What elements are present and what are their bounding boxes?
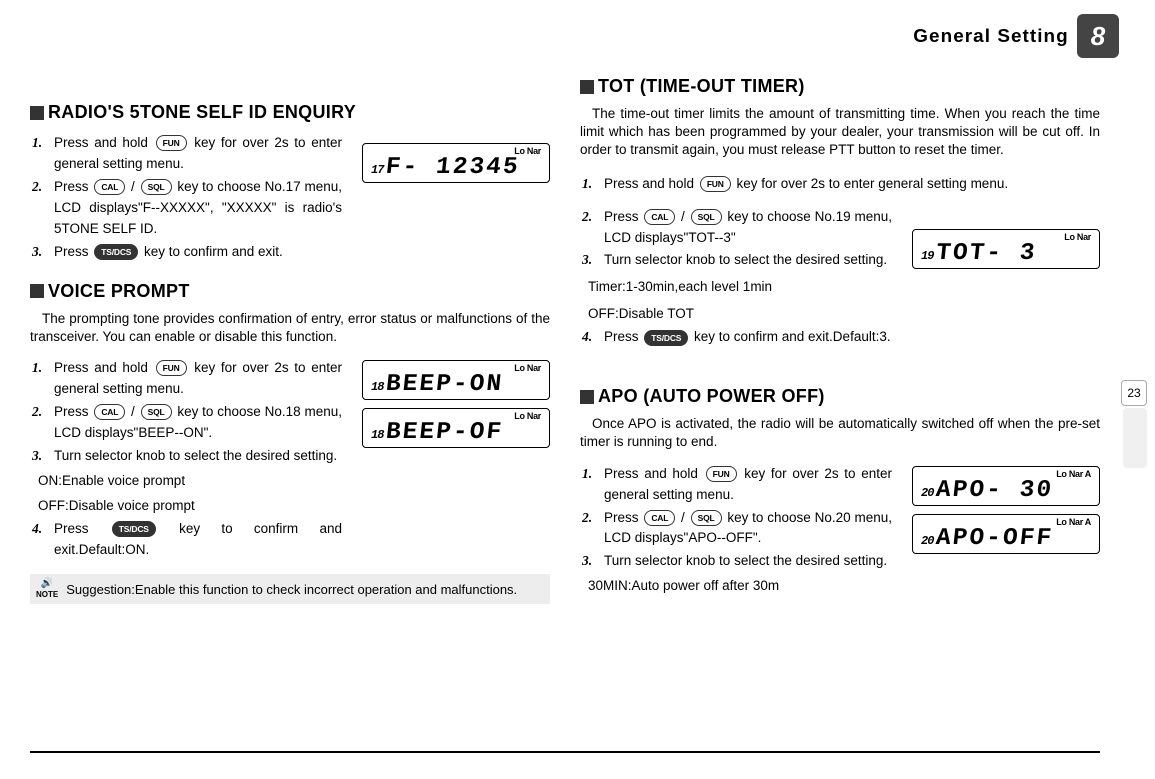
fun-key-icon: FUN (700, 176, 731, 192)
lcd-display: Lo Nar A 20APO-OFF (912, 514, 1100, 554)
step-item: 1.Press and hold FUN key for over 2s to … (604, 464, 892, 506)
cal-key-icon: CAL (644, 510, 675, 526)
tsdcs-key-icon: TS/DCS (112, 521, 156, 537)
note-box: 🔊NOTE Suggestion:Enable this function to… (30, 574, 550, 604)
lcd-display: Lo Nar 18BEEP-OF (362, 408, 550, 448)
intro-tot: The time-out timer limits the amount of … (580, 105, 1100, 160)
steps-voice-2: 4.Press TS/DCS key to confirm and exit.D… (54, 519, 342, 561)
page-number-side: 23 (1121, 380, 1147, 406)
option-30min: 30MIN:Auto power off after 30m (588, 578, 892, 593)
side-bar-decor (1123, 408, 1147, 468)
fun-key-icon: FUN (706, 466, 737, 482)
option-off: OFF:Disable TOT (588, 306, 892, 321)
steps-tot-2: 2.Press CAL / SQL key to choose No.19 me… (604, 207, 892, 272)
steps-voice: 1.Press and hold FUN key for over 2s to … (54, 358, 342, 467)
square-bullet-icon (30, 106, 44, 120)
sql-key-icon: SQL (141, 179, 172, 195)
footer-rule (30, 751, 1100, 753)
note-icon: 🔊NOTE (36, 578, 58, 600)
option-timer: Timer:1-30min,each level 1min (588, 279, 892, 294)
section-title-5tone: RADIO'S 5TONE SELF ID ENQUIRY (30, 102, 550, 123)
lcd-display: Lo Nar A 20APO- 30 (912, 466, 1100, 506)
sql-key-icon: SQL (691, 510, 722, 526)
square-bullet-icon (580, 390, 594, 404)
steps-tot-1: 1.Press and hold FUN key for over 2s to … (604, 172, 1100, 197)
step-item: 1.Press and hold FUN key for over 2s to … (54, 133, 342, 175)
header: General Setting 8 (917, 14, 1119, 58)
option-on: ON:Enable voice prompt (38, 473, 342, 488)
lcd-display: Lo Nar 19TOT- 3 (912, 229, 1100, 269)
cal-key-icon: CAL (94, 404, 125, 420)
cal-key-icon: CAL (94, 179, 125, 195)
note-text: Suggestion:Enable this function to check… (66, 582, 517, 597)
tsdcs-key-icon: TS/DCS (644, 330, 688, 346)
square-bullet-icon (580, 80, 594, 94)
cal-key-icon: CAL (644, 209, 675, 225)
fun-key-icon: FUN (156, 360, 187, 376)
section-title-voice: VOICE PROMPT (30, 281, 550, 302)
option-off: OFF:Disable voice prompt (38, 498, 342, 513)
steps-5tone: 1.Press and hold FUN key for over 2s to … (54, 133, 342, 263)
header-title: General Setting (913, 26, 1068, 47)
left-column: RADIO'S 5TONE SELF ID ENQUIRY 1.Press an… (30, 20, 550, 769)
section-title-apo: APO (AUTO POWER OFF) (580, 386, 1100, 407)
tsdcs-key-icon: TS/DCS (94, 244, 138, 260)
step-item: 2.Press CAL / SQL key to choose No.17 me… (54, 177, 342, 240)
step-item: 3.Press TS/DCS key to confirm and exit. (54, 242, 342, 263)
steps-tot-3: 4.Press TS/DCS key to confirm and exit.D… (604, 325, 1100, 350)
step-item: 2.Press CAL / SQL key to choose No.18 me… (54, 402, 342, 444)
step-item: 3.Turn selector knob to select the desir… (604, 250, 892, 271)
fun-key-icon: FUN (156, 135, 187, 151)
step-item: 1.Press and hold FUN key for over 2s to … (54, 358, 342, 400)
step-item: 4.Press TS/DCS key to confirm and exit.D… (54, 519, 342, 561)
intro-voice: The prompting tone provides confirmation… (30, 310, 550, 346)
right-column: TOT (TIME-OUT TIMER) The time-out timer … (580, 20, 1100, 769)
square-bullet-icon (30, 284, 44, 298)
step-item: 3.Turn selector knob to select the desir… (54, 446, 342, 467)
chapter-number: 8 (1077, 14, 1119, 58)
steps-apo: 1.Press and hold FUN key for over 2s to … (604, 464, 892, 573)
sql-key-icon: SQL (141, 404, 172, 420)
lcd-display: Lo Nar 17F- 12345 (362, 143, 550, 183)
step-item: 3.Turn selector knob to select the desir… (604, 551, 892, 572)
step-item: 2.Press CAL / SQL key to choose No.19 me… (604, 207, 892, 249)
section-title-tot: TOT (TIME-OUT TIMER) (580, 76, 1100, 97)
step-item: 1.Press and hold FUN key for over 2s to … (604, 174, 1100, 195)
sql-key-icon: SQL (691, 209, 722, 225)
intro-apo: Once APO is activated, the radio will be… (580, 415, 1100, 451)
step-item: 2.Press CAL / SQL key to choose No.20 me… (604, 508, 892, 550)
step-item: 4.Press TS/DCS key to confirm and exit.D… (604, 327, 1100, 348)
lcd-display: Lo Nar 18BEEP-ON (362, 360, 550, 400)
